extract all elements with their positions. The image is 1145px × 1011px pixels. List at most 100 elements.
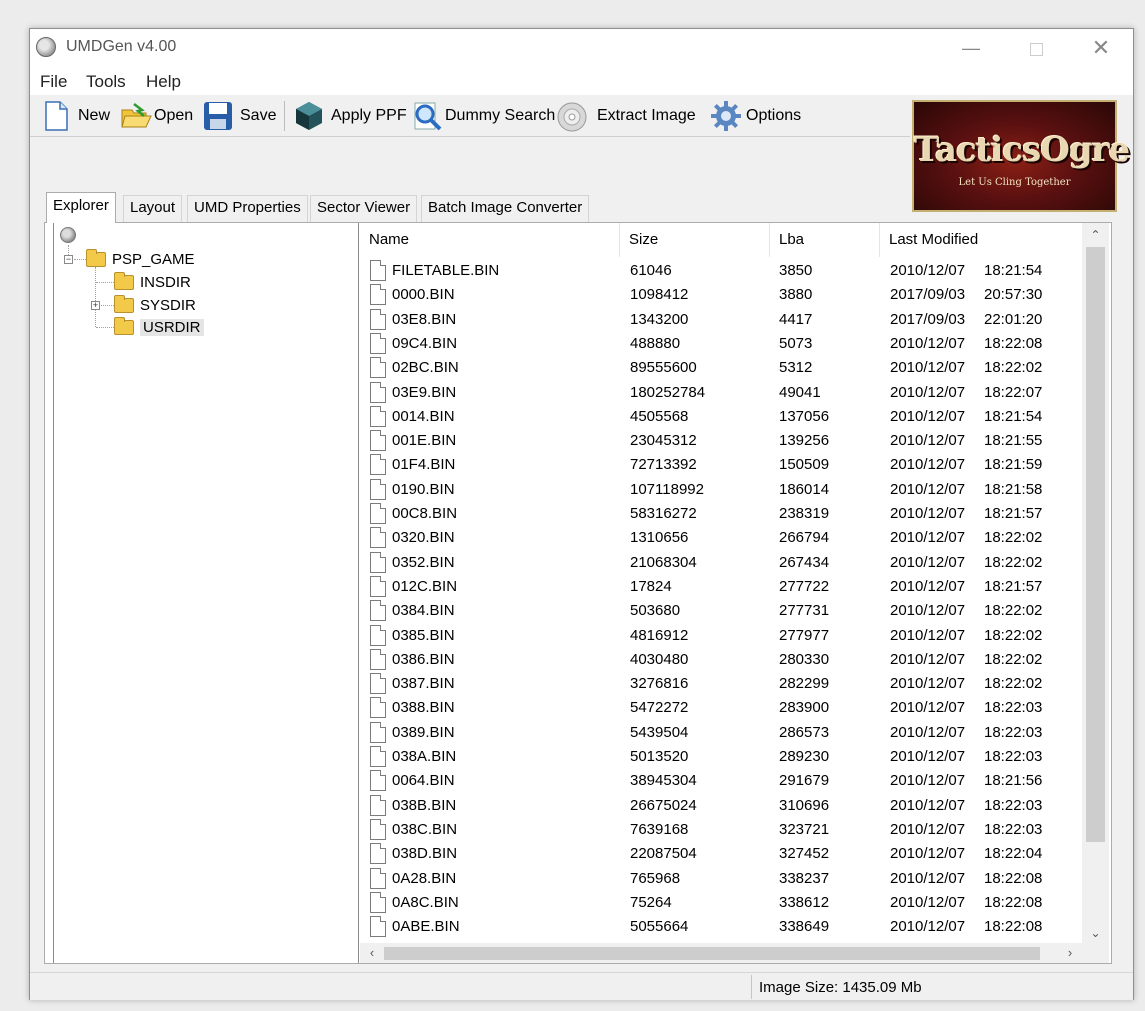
cell-size: 1343200 [630, 310, 689, 328]
cell-lba: 277722 [779, 577, 830, 595]
table-row[interactable]: 038C.BIN 7639168 323721 2010/12/07 18:22:03 [360, 818, 1082, 842]
folder-icon [114, 317, 134, 335]
cell-date: 2010/12/07 [890, 869, 966, 887]
title-bar[interactable]: UMDGen v4.00 — ✕ [30, 29, 1133, 67]
cell-lba: 186014 [779, 480, 830, 498]
tree-node-sysdir[interactable]: SYSDIR [114, 295, 196, 314]
menu-tools[interactable]: Tools [86, 72, 126, 92]
save-button[interactable]: Save [202, 98, 276, 134]
file-icon [370, 600, 386, 622]
vertical-scroll-thumb[interactable] [1086, 247, 1105, 842]
tree-node-label: SYSDIR [140, 297, 196, 314]
tab-batch-image-converter[interactable]: Batch Image Converter [421, 195, 590, 222]
file-icon [370, 891, 386, 913]
cell-size: 503680 [630, 602, 681, 620]
table-row[interactable]: 0384.BIN 503680 277731 2010/12/07 18:22:02 [360, 599, 1082, 623]
expand-toggle[interactable]: + [91, 301, 100, 310]
table-row[interactable]: 0388.BIN 5472272 283900 2010/12/07 18:22:03 [360, 696, 1082, 720]
logo-subtitle: Let Us Cling Together [958, 177, 1071, 188]
scroll-left-arrow-icon[interactable]: ‹ [362, 943, 382, 963]
options-button[interactable]: Options [710, 98, 801, 134]
table-row[interactable]: 038A.BIN 5013520 289230 2010/12/07 18:22:03 [360, 745, 1082, 769]
save-button-label: Save [240, 107, 277, 124]
tree-line [95, 267, 96, 327]
cell-lba: 327452 [779, 845, 830, 863]
cell-time: 18:21:58 [984, 480, 1043, 498]
horizontal-scroll-thumb[interactable] [384, 947, 1040, 960]
tree-node-usrdir[interactable]: USRDIR [114, 317, 204, 336]
cell-lba: 3880 [779, 286, 813, 304]
table-row[interactable]: FILETABLE.BIN 61046 3850 2010/12/07 18:21:54 [360, 259, 1082, 283]
table-row[interactable]: 0ABE.BIN 5055664 338649 2010/12/07 18:22:08 [360, 915, 1082, 939]
table-row[interactable]: 0320.BIN 1310656 266794 2010/12/07 18:22:02 [360, 526, 1082, 550]
app-window: UMDGen v4.00 — ✕ File Tools Help New Ope… [29, 28, 1134, 1000]
cell-time: 18:22:02 [984, 529, 1043, 547]
table-row[interactable]: 01F4.BIN 72713392 150509 2010/12/07 18:21:59 [360, 453, 1082, 477]
cell-time: 18:21:55 [984, 432, 1043, 450]
table-row[interactable]: 0190.BIN 107118992 186014 2010/12/07 18:21:5… [360, 478, 1082, 502]
table-row[interactable]: 0A8C.BIN 75264 338612 2010/12/07 18:22:08 [360, 891, 1082, 915]
table-row[interactable]: 0389.BIN 5439504 286573 2010/12/07 18:22:03 [360, 721, 1082, 745]
tree-node-insdir[interactable]: INSDIR [114, 272, 191, 291]
column-header-last-modified[interactable]: Last Modified [880, 223, 1082, 257]
dummy-search-button[interactable]: Dummy Search [411, 98, 555, 134]
table-row[interactable]: 038D.BIN 22087504 327452 2010/12/07 18:22:04 [360, 842, 1082, 866]
table-row[interactable]: 0385.BIN 4816912 277977 2010/12/07 18:22:02 [360, 624, 1082, 648]
column-header-name[interactable]: Name [360, 223, 620, 257]
column-header-size[interactable]: Size [620, 223, 770, 257]
cell-time: 18:21:57 [984, 505, 1043, 522]
scroll-right-arrow-icon[interactable]: › [1060, 943, 1080, 963]
menu-help[interactable]: Help [146, 72, 181, 92]
tab-explorer[interactable]: Explorer [46, 192, 116, 223]
file-icon [370, 308, 386, 330]
tab-sector-viewer[interactable]: Sector Viewer [310, 195, 418, 222]
file-icon [370, 357, 386, 379]
apply-ppf-button[interactable]: Apply PPF [293, 98, 407, 134]
table-row[interactable]: 02BC.BIN 89555600 5312 2010/12/07 18:22:02 [360, 356, 1082, 380]
open-button[interactable]: Open [120, 98, 193, 134]
table-row[interactable]: 03E8.BIN 1343200 4417 2017/09/03 22:01:20 [360, 308, 1082, 332]
status-bar: Image Size: 1435.09 Mb [30, 972, 1133, 1000]
logo-title: TacticsOgre [914, 130, 1130, 170]
table-row[interactable]: 0352.BIN 21068304 267434 2010/12/07 18:22:02 [360, 551, 1082, 575]
scroll-up-arrow-icon[interactable]: ⌃ [1082, 225, 1109, 245]
tree-node-psp-game[interactable]: PSP_GAME [86, 249, 195, 268]
cell-date: 2010/12/07 [890, 723, 966, 741]
table-row[interactable]: 0387.BIN 3276816 282299 2010/12/07 18:22:02 [360, 672, 1082, 696]
column-header-lba[interactable]: Lba [770, 223, 880, 257]
menu-bar: File Tools Help [30, 67, 1133, 95]
tab-layout[interactable]: Layout [123, 195, 183, 222]
table-row[interactable]: 0386.BIN 4030480 280330 2010/12/07 18:22:02 [360, 648, 1082, 672]
table-row[interactable]: 012C.BIN 17824 277722 2010/12/07 18:21:57 [360, 575, 1082, 599]
folder-tree[interactable]: − PSP_GAME INSDIR + SYSDIR USRDIR [53, 223, 359, 963]
close-button[interactable]: ✕ [1078, 29, 1124, 67]
cell-time: 22:01:20 [984, 310, 1043, 328]
cell-name: 0385.BIN [392, 626, 455, 644]
collapse-toggle[interactable]: − [64, 255, 73, 264]
tab-umd-properties[interactable]: UMD Properties [187, 195, 308, 222]
table-row[interactable]: 0000.BIN 1098412 3880 2017/09/03 20:57:30 [360, 283, 1082, 307]
table-row[interactable]: 001E.BIN 23045312 139256 2010/12/07 18:21:55 [360, 429, 1082, 453]
minimize-button[interactable]: — [948, 29, 994, 67]
horizontal-scrollbar[interactable]: ‹ › [360, 943, 1082, 963]
vertical-scrollbar[interactable]: ⌃ ⌄ [1082, 223, 1109, 943]
disc-extract-icon [556, 100, 588, 132]
extract-image-button[interactable]: Extract Image [556, 98, 696, 134]
scroll-down-arrow-icon[interactable]: ⌄ [1082, 923, 1109, 943]
file-list[interactable]: Name Size Lba Last Modified FILETABLE.BI… [360, 223, 1111, 963]
umd-disc-icon[interactable] [60, 227, 76, 243]
new-button[interactable]: New [40, 98, 110, 134]
table-row[interactable]: 09C4.BIN 488880 5073 2010/12/07 18:22:08 [360, 332, 1082, 356]
menu-file[interactable]: File [40, 72, 67, 92]
table-row[interactable]: 0A28.BIN 765968 338237 2010/12/07 18:22:08 [360, 867, 1082, 891]
game-logo-banner: TacticsOgre Let Us Cling Together [912, 100, 1130, 212]
table-row[interactable]: 00C8.BIN 58316272 238319 2010/12/07 18:21:57 [360, 502, 1082, 526]
table-row[interactable]: 0014.BIN 4505568 137056 2010/12/07 18:21:54 [360, 405, 1082, 429]
file-icon [370, 697, 386, 719]
table-row[interactable]: 038B.BIN 26675024 310696 2010/12/07 18:22:03 [360, 794, 1082, 818]
table-row[interactable]: 0064.BIN 38945304 291679 2010/12/07 18:21:56 [360, 769, 1082, 793]
maximize-button[interactable] [1013, 29, 1059, 67]
table-row[interactable]: 03E9.BIN 180252784 49041 2010/12/07 18:22:07 [360, 381, 1082, 405]
explorer-panel: − PSP_GAME INSDIR + SYSDIR USRDIR Name S… [44, 222, 1112, 964]
cell-name: 012C.BIN [392, 577, 458, 595]
